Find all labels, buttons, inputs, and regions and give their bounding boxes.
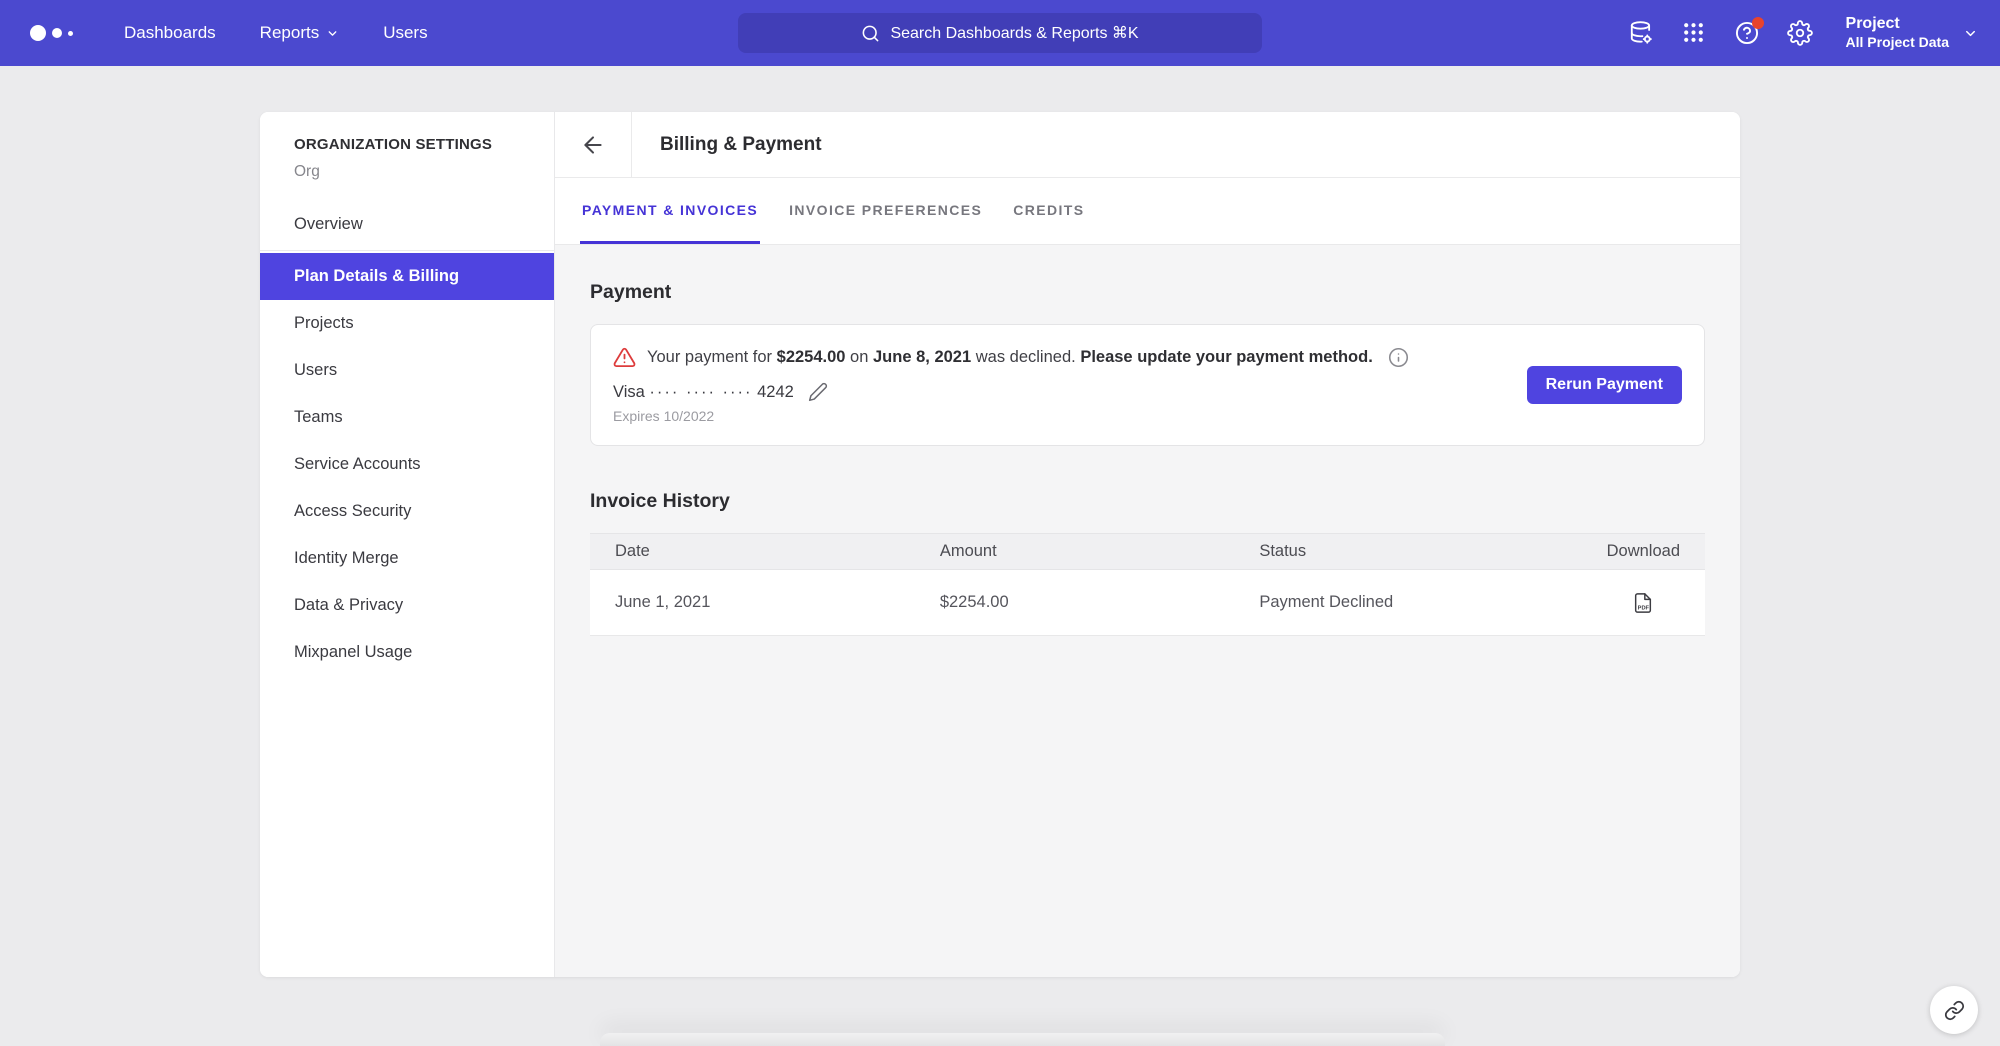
alert-text: Your payment for $2254.00 on June 8, 202… [647,348,1373,367]
sidebar-item-access-security[interactable]: Access Security [260,488,554,535]
billing-tabs: PAYMENT & INVOICES INVOICE PREFERENCES C… [555,178,1740,245]
search-placeholder: Search Dashboards & Reports ⌘K [890,23,1138,43]
info-icon[interactable] [1388,347,1409,368]
org-name: Org [294,163,520,181]
help-icon[interactable] [1734,20,1760,46]
sidebar-item-overview[interactable]: Overview [260,201,554,248]
column-amount: Amount [940,542,1260,561]
card-brand: Visa [613,383,645,401]
org-settings-panel: ORGANIZATION SETTINGS Org Overview Plan … [260,112,1740,977]
link-icon [1944,1000,1965,1021]
nav-users-label: Users [383,23,427,43]
payment-heading: Payment [590,281,1705,304]
project-label: Project [1846,14,1949,34]
project-switcher[interactable]: Project All Project Data [1846,14,1978,52]
nav-dashboards[interactable]: Dashboards [124,23,216,43]
nav-dashboards-label: Dashboards [124,23,216,43]
column-date: Date [615,542,940,561]
settings-gear-icon[interactable] [1787,20,1813,46]
sidebar-item-service-accounts[interactable]: Service Accounts [260,441,554,488]
back-button[interactable] [555,112,632,177]
sidebar-item-mixpanel-usage[interactable]: Mixpanel Usage [260,629,554,676]
payment-declined-alert: Your payment for $2254.00 on June 8, 202… [613,346,1682,369]
logo-dot-small [68,31,73,36]
card-expiry: Expires 10/2022 [613,408,1682,424]
sidebar-header: ORGANIZATION SETTINGS Org [260,112,554,191]
mixpanel-logo[interactable] [30,25,96,41]
sidebar-item-data-privacy[interactable]: Data & Privacy [260,582,554,629]
sidebar-item-identity-merge[interactable]: Identity Merge [260,535,554,582]
sidebar-menu: Overview Plan Details & Billing Projects… [260,201,554,676]
logo-dot-large [30,25,46,41]
invoice-amount: $2254.00 [940,593,1260,612]
chevron-down-icon [1963,26,1978,41]
top-navbar: Dashboards Reports Users Search Dashboar… [0,0,2000,66]
global-search-input[interactable]: Search Dashboards & Reports ⌘K [738,13,1262,53]
sidebar-item-users[interactable]: Users [260,347,554,394]
settings-main: Billing & Payment PAYMENT & INVOICES INV… [555,112,1740,977]
invoice-history-heading: Invoice History [590,490,1705,513]
sidebar-item-projects[interactable]: Projects [260,300,554,347]
page-header: Billing & Payment [555,112,1740,178]
invoice-date: June 1, 2021 [615,593,940,612]
invoice-status: Payment Declined [1259,593,1541,612]
sidebar-divider [260,250,554,251]
tab-credits[interactable]: CREDITS [1011,178,1086,244]
warning-triangle-icon [613,346,636,369]
invoice-row: June 1, 2021 $2254.00 Payment Declined P… [590,570,1705,636]
apps-grid-icon[interactable] [1681,20,1707,46]
nav-users[interactable]: Users [383,23,427,43]
page-title: Billing & Payment [632,112,822,177]
primary-nav: Dashboards Reports Users [124,23,428,43]
settings-sidebar: ORGANIZATION SETTINGS Org Overview Plan … [260,112,555,977]
payment-card: Your payment for $2254.00 on June 8, 202… [590,324,1705,446]
chevron-down-icon [326,27,339,40]
billing-content: Payment Your payment for $2254.00 on Jun… [555,245,1740,977]
nav-reports-label: Reports [260,23,320,43]
sidebar-item-plan-details-billing[interactable]: Plan Details & Billing [260,253,554,300]
invoice-table-header: Date Amount Status Download [590,533,1705,570]
svg-text:PDF: PDF [1638,605,1650,611]
sidebar-item-teams[interactable]: Teams [260,394,554,441]
alert-amount: $2254.00 [777,348,846,366]
bottom-toast-peek [600,1033,1445,1046]
search-icon [861,24,880,43]
column-download: Download [1542,542,1680,561]
tab-invoice-preferences[interactable]: INVOICE PREFERENCES [787,178,984,244]
copy-link-fab[interactable] [1930,986,1978,1034]
project-value: All Project Data [1846,34,1949,52]
alert-date: June 8, 2021 [873,348,971,366]
logo-dot-medium [52,28,62,38]
card-mask: ···· ···· ···· [649,383,752,401]
sidebar-section-label: ORGANIZATION SETTINGS [294,136,520,153]
card-last4: 4242 [757,383,794,401]
card-summary: Visa ···· ···· ···· 4242 [613,383,794,402]
column-status: Status [1259,542,1541,561]
arrow-left-icon [580,132,606,158]
card-on-file: Visa ···· ···· ···· 4242 [613,382,1682,402]
edit-pencil-icon[interactable] [808,382,828,402]
invoice-table: Date Amount Status Download June 1, 2021… [590,533,1705,636]
data-settings-icon[interactable] [1628,20,1654,46]
help-notification-badge [1752,17,1764,29]
download-pdf-icon[interactable]: PDF [1632,592,1654,614]
tab-payment-invoices[interactable]: PAYMENT & INVOICES [580,178,760,244]
rerun-payment-button[interactable]: Rerun Payment [1527,366,1682,404]
alert-action: Please update your payment method. [1080,348,1373,366]
navbar-right: Project All Project Data [1628,14,2000,52]
nav-reports[interactable]: Reports [260,23,340,43]
